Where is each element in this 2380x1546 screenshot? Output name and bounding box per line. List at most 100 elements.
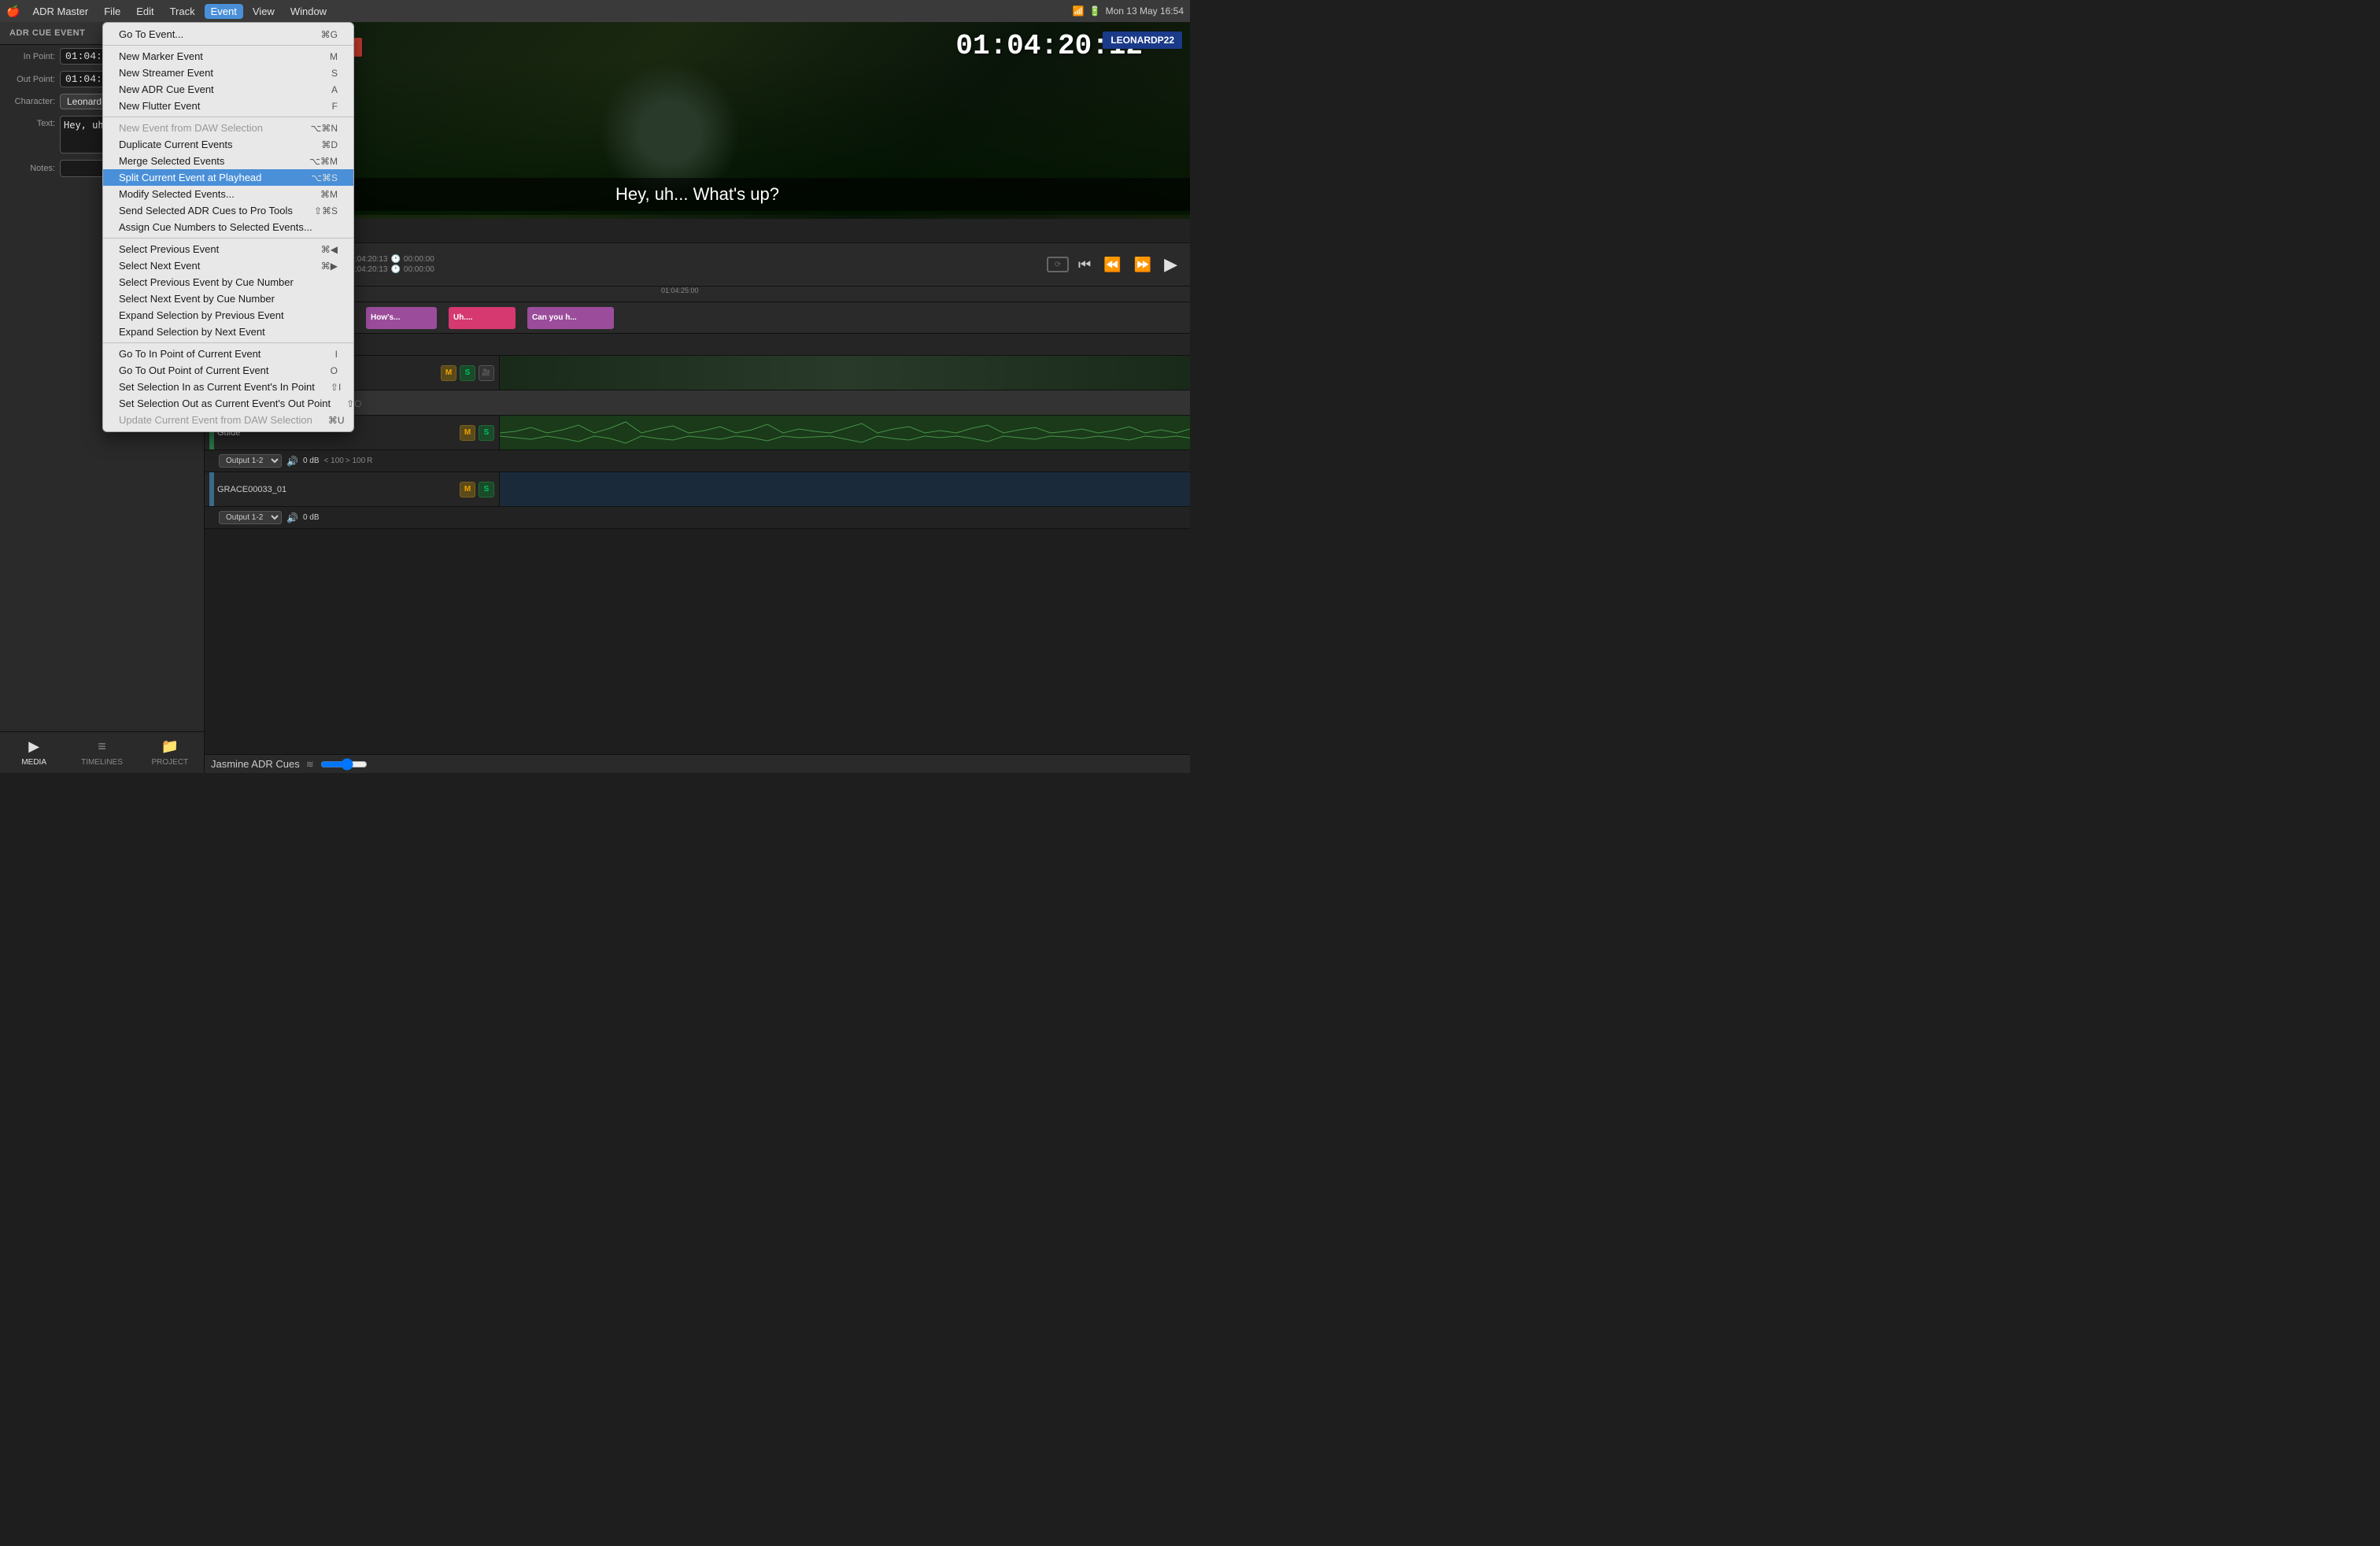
rewind-btn[interactable]: ⏪ — [1100, 253, 1124, 276]
clock-icon-in: 🕐 — [390, 255, 400, 264]
battery-icon: 🔋 — [1089, 6, 1101, 17]
select-prev-event-item[interactable]: Select Previous Event ⌘◀ — [103, 241, 353, 257]
loop-icon[interactable]: ⟳ — [1047, 257, 1069, 272]
guide-waveform — [500, 416, 1190, 449]
guide-meter-l: < 100 — [324, 457, 344, 465]
goto-inpoint-item[interactable]: Go To In Point of Current Event I — [103, 346, 353, 362]
cue-label-3: Uh.... — [453, 313, 472, 322]
tab-timelines[interactable]: ≡ TIMELINES — [68, 732, 135, 773]
clock: Mon 13 May 16:54 — [1106, 6, 1184, 17]
set-in-point-item[interactable]: Set Selection In as Current Event's In P… — [103, 379, 353, 395]
split-shortcut: ⌥⌘S — [311, 172, 338, 183]
volume-icon-guide: 🔊 — [286, 456, 298, 467]
new-marker-event-item[interactable]: New Marker Event M — [103, 48, 353, 65]
menu-track[interactable]: Track — [164, 4, 201, 19]
video-m-btn[interactable]: M — [441, 365, 456, 381]
duplicate-events-item[interactable]: Duplicate Current Events ⌘D — [103, 136, 353, 153]
wifi-icon: 📶 — [1073, 6, 1085, 17]
new-flutter-event-item[interactable]: New Flutter Event F — [103, 98, 353, 114]
out-point-label: Out Point: — [6, 75, 55, 84]
menu-event[interactable]: Event — [205, 4, 243, 19]
select-prev-shortcut: ⌘◀ — [321, 244, 338, 255]
new-marker-shortcut: M — [330, 51, 338, 62]
duplicate-shortcut: ⌘D — [321, 139, 338, 150]
menu-edit[interactable]: Edit — [130, 4, 160, 19]
waveform-icon: ≋ — [306, 759, 314, 770]
menubar: 🍎 ADR Master File Edit Track Event View … — [0, 0, 1190, 22]
cue-event-3[interactable]: Uh.... — [449, 307, 516, 329]
guide-meter-r: > 100 — [346, 457, 365, 465]
video-s-btn[interactable]: S — [460, 365, 475, 381]
in-point-label: In Point: — [6, 52, 55, 61]
separator-4 — [103, 342, 353, 343]
guide-s-btn[interactable]: S — [479, 425, 494, 441]
assign-cue-numbers-item[interactable]: Assign Cue Numbers to Selected Events... — [103, 219, 353, 235]
play-btn[interactable]: ▶ — [1161, 251, 1181, 278]
tab-project[interactable]: 📁 PROJECT — [136, 732, 204, 773]
adr-volume: 0 dB — [303, 513, 320, 522]
clock-icon-out: 🕐 — [390, 265, 400, 274]
video-track-waveform — [500, 356, 1190, 390]
transport-controls: ⟳ ⏮ ⏪ ⏩ ▶ — [1047, 251, 1181, 278]
adr-track-container: GRACE00033_01 M S Output 1-2 🔊 0 dB — [205, 472, 1190, 529]
guide-m-btn[interactable]: M — [460, 425, 475, 441]
ruler-mark-2: 01:04:25:00 — [661, 287, 699, 294]
merge-events-item[interactable]: Merge Selected Events ⌥⌘M — [103, 153, 353, 169]
menu-window[interactable]: Window — [284, 4, 333, 19]
cue-label-4: Can you h... — [532, 313, 577, 322]
apple-menu[interactable]: 🍎 — [6, 5, 20, 18]
guide-waveform-svg — [500, 416, 1190, 449]
select-next-event-item[interactable]: Select Next Event ⌘▶ — [103, 257, 353, 274]
adr-track-controls: GRACE00033_01 M S — [205, 472, 500, 506]
go-to-start-btn[interactable]: ⏮ — [1075, 253, 1094, 276]
separator-3 — [103, 238, 353, 239]
new-from-daw-shortcut: ⌥⌘N — [311, 123, 338, 134]
fast-forward-btn[interactable]: ⏩ — [1131, 253, 1155, 276]
set-out-point-item[interactable]: Set Selection Out as Current Event's Out… — [103, 395, 353, 412]
master-volume-slider[interactable] — [320, 758, 368, 771]
tab-media[interactable]: ▶ MEDIA — [0, 732, 68, 773]
split-event-item[interactable]: Split Current Event at Playhead ⌥⌘S — [103, 169, 353, 186]
new-streamer-event-item[interactable]: New Streamer Event S — [103, 65, 353, 81]
event-dropdown-menu: Go To Event... ⌘G New Marker Event M New… — [102, 22, 354, 432]
expand-prev-item[interactable]: Expand Selection by Previous Event — [103, 307, 353, 324]
video-cam-btn[interactable]: 🎥 — [479, 365, 494, 381]
adr-s-btn[interactable]: S — [479, 482, 494, 497]
adr-output-select[interactable]: Output 1-2 — [219, 511, 282, 524]
modify-events-item[interactable]: Modify Selected Events... ⌘M — [103, 186, 353, 202]
goto-event-item[interactable]: Go To Event... ⌘G — [103, 26, 353, 43]
cue-event-2[interactable]: How's... — [366, 307, 437, 329]
update-from-daw-item: Update Current Event from DAW Selection … — [103, 412, 353, 428]
new-adr-shortcut: A — [331, 84, 338, 95]
adr-track-row: GRACE00033_01 M S — [205, 472, 1190, 507]
new-event-from-daw-item: New Event from DAW Selection ⌥⌘N — [103, 120, 353, 136]
guide-output-select[interactable]: Output 1-2 — [219, 454, 282, 468]
right-channel-indicator: R — [367, 457, 372, 465]
cue-label-2: How's... — [371, 313, 400, 322]
project-icon: 📁 — [161, 738, 179, 755]
bottom-tabs: ▶ MEDIA ≡ TIMELINES 📁 PROJECT — [0, 731, 204, 773]
new-streamer-shortcut: S — [331, 68, 338, 79]
new-adr-cue-event-item[interactable]: New ADR Cue Event A — [103, 81, 353, 98]
character-badge: LEONARDP22 — [1103, 31, 1182, 49]
new-flutter-shortcut: F — [332, 101, 338, 112]
tab-timelines-label: TIMELINES — [81, 758, 123, 767]
goto-outpoint-item[interactable]: Go To Out Point of Current Event O — [103, 362, 353, 379]
menu-view[interactable]: View — [246, 4, 281, 19]
menu-adr-master[interactable]: ADR Master — [26, 4, 94, 19]
menu-file[interactable]: File — [98, 4, 127, 19]
timelines-icon: ≡ — [98, 738, 106, 755]
expand-next-item[interactable]: Expand Selection by Next Event — [103, 324, 353, 340]
notes-label: Notes: — [6, 164, 55, 173]
send-adr-cues-item[interactable]: Send Selected ADR Cues to Pro Tools ⇧⌘S — [103, 202, 353, 219]
set-out-shortcut: ⇧O — [346, 398, 361, 409]
select-next-cue-item[interactable]: Select Next Event by Cue Number — [103, 290, 353, 307]
adr-color-bar — [209, 472, 214, 506]
menubar-right: 📶 🔋 Mon 13 May 16:54 — [1073, 6, 1184, 17]
cue-event-4[interactable]: Can you h... — [527, 307, 614, 329]
goto-in-shortcut: I — [335, 349, 338, 360]
separator-1 — [103, 45, 353, 46]
select-prev-cue-item[interactable]: Select Previous Event by Cue Number — [103, 274, 353, 290]
adr-m-btn[interactable]: M — [460, 482, 475, 497]
tab-media-label: MEDIA — [21, 758, 46, 767]
